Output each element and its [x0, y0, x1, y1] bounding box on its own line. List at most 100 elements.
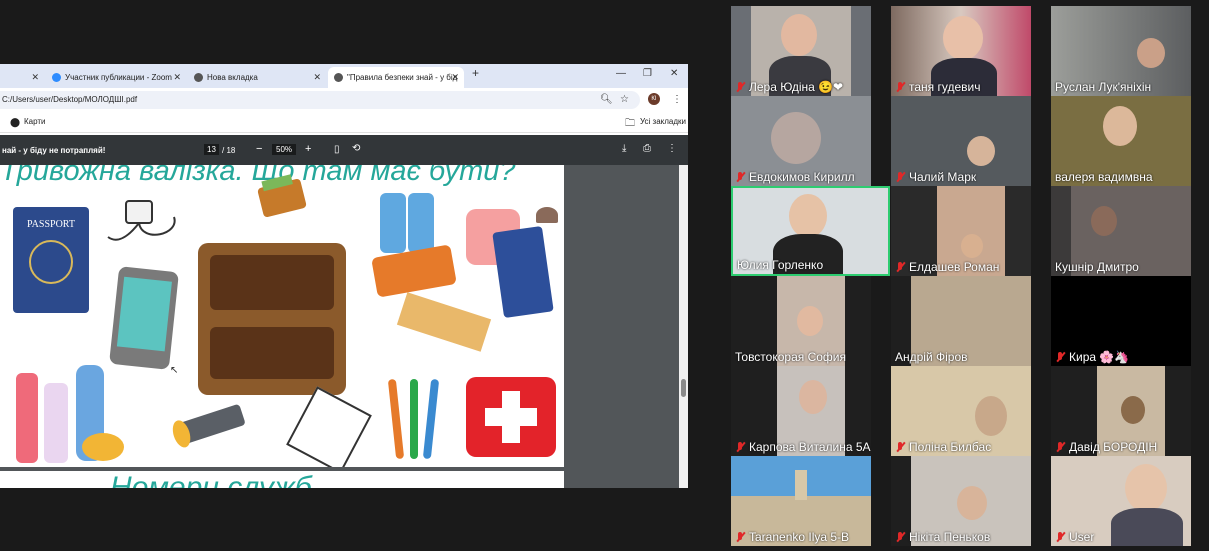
participant-tile[interactable]: Товстокорая София — [731, 276, 871, 366]
scrollbar-thumb[interactable] — [681, 379, 686, 397]
passport-label: PASSPORT — [27, 219, 75, 230]
mouse-cursor-icon: ↖ — [170, 365, 179, 376]
new-tab-icon[interactable]: + — [472, 66, 479, 80]
participant-name: валеря вадимвна — [1055, 170, 1153, 184]
participant-name: Руслан Лук'яніхін — [1055, 80, 1152, 94]
suitcase-image — [198, 243, 346, 395]
print-icon[interactable]: ⎙ — [643, 143, 651, 154]
participant-name: Андрій Фіров — [895, 350, 968, 364]
zoom-lens-icon[interactable]: 🔍︎ — [600, 94, 613, 105]
maps-icon: ⬤ — [10, 117, 21, 127]
participant-name: Поліна Билбас — [895, 440, 991, 454]
participant-tile[interactable]: Кира 🌸🦄 — [1051, 276, 1191, 366]
chrome-icon — [334, 73, 343, 82]
pdf-page-next: Номери служб — [0, 471, 564, 488]
tab-zoom[interactable]: Участник публикации - Zoom ✕ — [46, 67, 186, 88]
download-icon[interactable]: ⤓ — [622, 143, 626, 154]
wallet-image — [257, 174, 307, 218]
participant-tile[interactable]: Елдашев Роман — [891, 186, 1031, 276]
participant-tile[interactable]: Руслан Лук'яніхін — [1051, 6, 1191, 96]
participant-name: Давід БОРОДІН — [1055, 440, 1157, 454]
charger-image — [107, 200, 176, 241]
mic-muted-icon — [1055, 531, 1065, 543]
participant-tile[interactable]: Чалий Марк — [891, 96, 1031, 186]
profile-avatar[interactable]: КІ — [648, 93, 660, 105]
menu-icon[interactable]: ⋮ — [672, 94, 682, 105]
fork-image — [410, 379, 418, 459]
toiletries-image — [16, 373, 38, 463]
flashlight-image — [169, 403, 246, 450]
participant-tile[interactable]: Евдокимов Кирилл — [731, 96, 871, 186]
restore-icon[interactable]: ❐ — [643, 68, 652, 79]
browser-window: ✕ Участник публикации - Zoom ✕ Нова вкла… — [0, 64, 688, 488]
participant-tile[interactable]: таня гудевич — [891, 6, 1031, 96]
participant-tile[interactable]: User — [1051, 456, 1191, 546]
jeans-image — [492, 225, 554, 319]
pdf-title: най - у біду не потрапляй! — [2, 146, 106, 155]
participant-tile[interactable]: Андрій Фіров — [891, 276, 1031, 366]
participant-name: Taranenko Ilya 5-B — [735, 530, 849, 544]
close-icon[interactable]: ✕ — [31, 72, 39, 83]
zoom-level-input[interactable]: 50% — [272, 144, 297, 155]
participant-tile[interactable]: Поліна Билбас — [891, 366, 1031, 456]
water-bottle-image — [408, 193, 434, 253]
participant-tile[interactable]: валеря вадимвна — [1051, 96, 1191, 186]
close-window-icon[interactable]: ✕ — [670, 68, 678, 79]
bookmark-maps[interactable]: Карти — [24, 117, 46, 126]
tab-0[interactable]: ✕ — [0, 67, 44, 88]
participant-name: Чалий Марк — [895, 170, 976, 184]
zoom-icon — [52, 73, 61, 82]
mic-muted-icon — [735, 81, 745, 93]
participant-tile-active-speaker[interactable]: Юлия Горленко — [731, 186, 890, 276]
toiletries-image — [44, 383, 68, 463]
address-bar: C:/Users/user/Desktop/МОЛОДШІ.pdf 🔍︎ ☆ К… — [0, 88, 688, 112]
mic-muted-icon — [735, 531, 745, 543]
rotate-icon[interactable]: ⟲ — [352, 143, 360, 154]
participant-tile[interactable]: Лера Юдіна 😉❤ — [731, 6, 871, 96]
participant-name: Кира 🌸🦄 — [1055, 350, 1129, 364]
participant-tile[interactable]: Taranenko Ilya 5-B — [731, 456, 871, 546]
participant-tile[interactable]: Кушнір Дмитро — [1051, 186, 1191, 276]
close-icon[interactable]: ✕ — [173, 72, 181, 83]
zoom-in-icon[interactable]: + — [305, 143, 311, 155]
participant-name: Кушнір Дмитро — [1055, 260, 1139, 274]
mic-muted-icon — [1055, 441, 1065, 453]
more-icon[interactable]: ⋮ — [667, 143, 677, 154]
tab-pdf[interactable]: "Правила безпеки знай - у бід ✕ — [328, 67, 464, 88]
all-bookmarks[interactable]: Усі закладки — [640, 117, 686, 126]
pdf-page: Тривожна валізка. Що там має бути? PASSP… — [0, 165, 564, 467]
scrollbar[interactable] — [679, 165, 688, 488]
star-icon[interactable]: ☆ — [620, 94, 629, 105]
pdf-viewport[interactable]: Тривожна валізка. Що там має бути? PASSP… — [0, 165, 688, 488]
url-input[interactable]: C:/Users/user/Desktop/МОЛОДШІ.pdf — [0, 91, 640, 109]
zoom-out-icon[interactable]: − — [256, 143, 262, 155]
fit-page-icon[interactable]: ▯ — [334, 144, 340, 155]
bookmarks-bar: ⬤ Карти 🗀 Усі закладки — [0, 112, 688, 133]
close-icon[interactable]: ✕ — [451, 72, 459, 83]
participant-name: Лера Юдіна 😉❤ — [735, 80, 843, 94]
globe-icon — [29, 240, 73, 284]
phone-image — [109, 266, 179, 370]
mic-muted-icon — [895, 441, 905, 453]
participant-tile[interactable]: Давід БОРОДІН — [1051, 366, 1191, 456]
page-total: / 18 — [222, 146, 236, 155]
tab-label: Участник публикации - Zoom — [65, 73, 172, 82]
participant-tile[interactable]: Карпова Виталина 5А — [731, 366, 871, 456]
mic-muted-icon — [895, 81, 905, 93]
first-aid-kit-image — [466, 377, 556, 457]
tab-label: "Правила безпеки знай - у бід — [347, 73, 458, 82]
passport-image: PASSPORT — [13, 207, 89, 313]
participant-name: Нікіта Пеньков — [895, 530, 990, 544]
page-number-input[interactable]: 13 — [204, 144, 219, 155]
mic-muted-icon — [1055, 351, 1065, 363]
next-page-heading: Номери служб — [110, 471, 312, 488]
participant-name: Карпова Виталина 5А — [735, 440, 871, 454]
participant-name: Юлия Горленко — [737, 258, 824, 272]
tab-new[interactable]: Нова вкладка ✕ — [188, 67, 326, 88]
mic-muted-icon — [735, 171, 745, 183]
minimize-icon[interactable]: — — [616, 68, 626, 79]
water-bottle-image — [380, 193, 406, 253]
spoon-image — [422, 378, 440, 460]
participant-tile[interactable]: Нікіта Пеньков — [891, 456, 1031, 546]
close-icon[interactable]: ✕ — [313, 72, 321, 83]
